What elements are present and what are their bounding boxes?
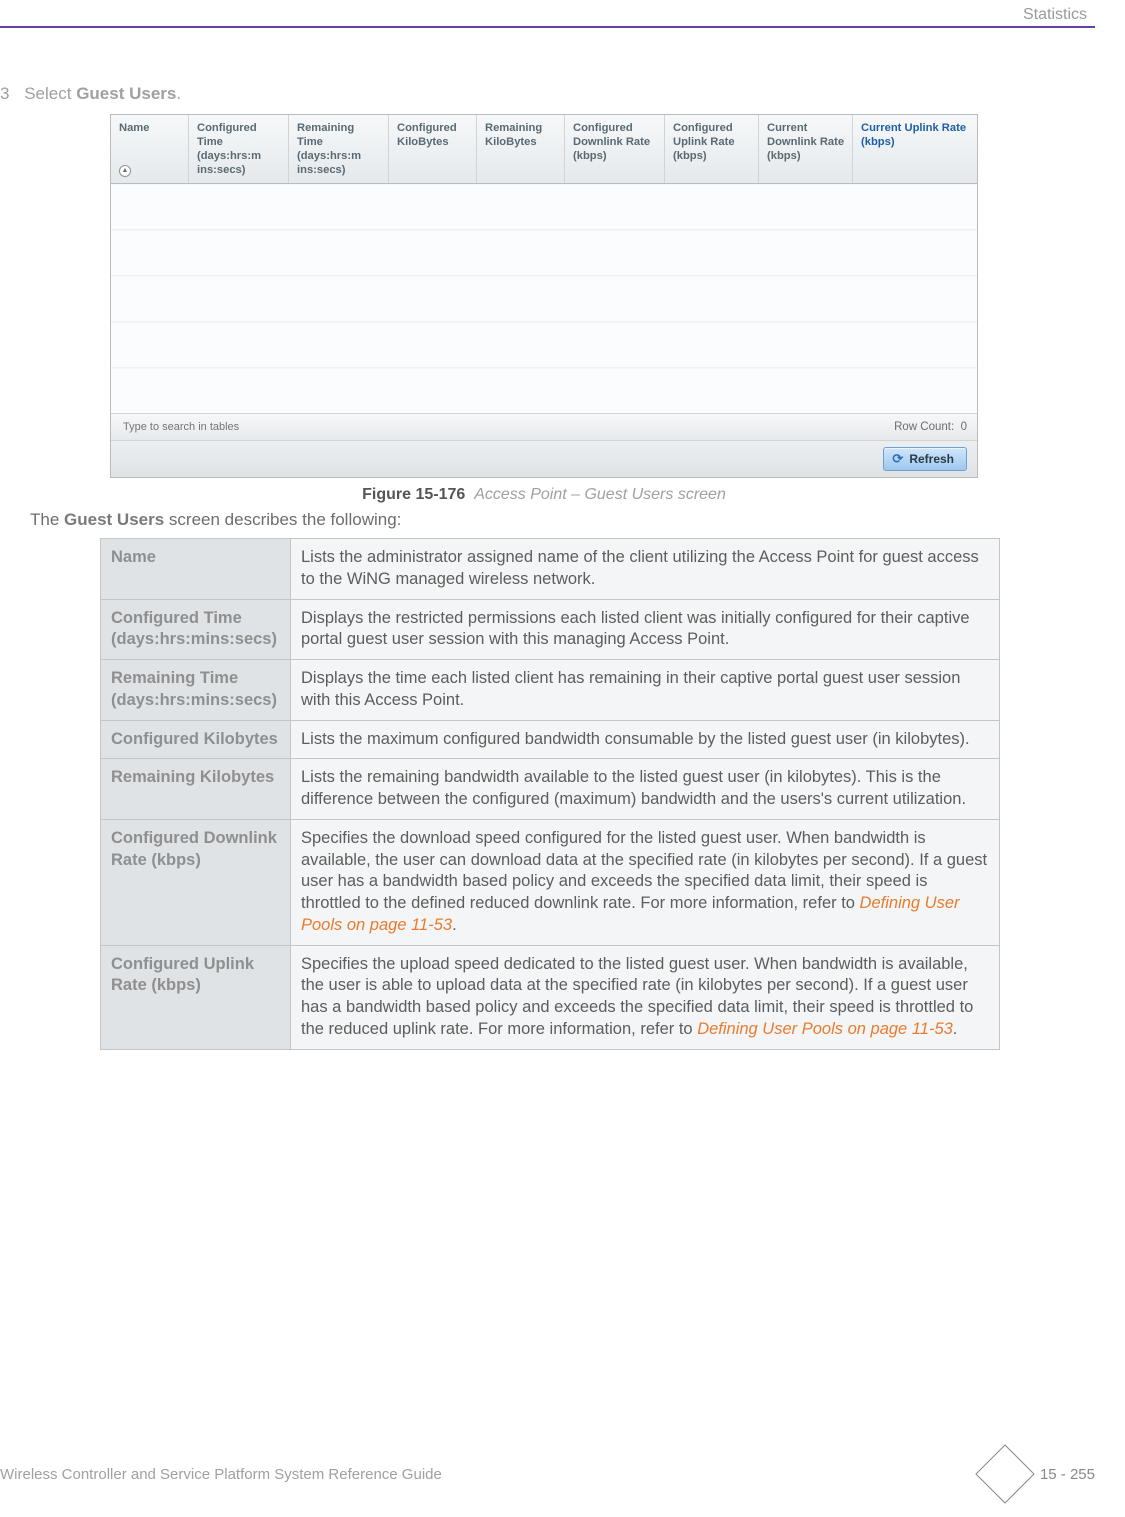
col-remaining-time[interactable]: Remaining Time (days:hrs:m ins:secs) [289,115,389,183]
def-desc: Lists the administrator assigned name of… [291,539,1000,600]
table-row: Remaining Time (days:hrs:mins:secs) Disp… [101,660,1000,721]
table-row: Configured Time (days:hrs:mins:secs) Dis… [101,599,1000,660]
refresh-icon: ⟳ [892,451,903,467]
step-bold: Guest Users [76,84,176,103]
figure-desc: Access Point – Guest Users screen [474,486,726,503]
def-desc: Lists the maximum configured bandwidth c… [291,720,1000,759]
def-desc: Specifies the download speed configured … [291,819,1000,945]
guest-users-screenshot: Name ▲ Configured Time (days:hrs:m ins:s… [110,114,978,478]
search-input[interactable] [121,418,401,436]
col-label: Remaining Time (days:hrs:m ins:secs) [297,121,382,177]
col-label: Configured Time (days:hrs:m ins:secs) [197,121,282,177]
step-prefix: Select [24,84,76,103]
def-term: Remaining Time (days:hrs:mins:secs) [101,660,291,721]
def-desc: Lists the remaining bandwidth available … [291,759,1000,820]
header-divider [0,26,1095,28]
def-term: Configured Downlink Rate (kbps) [101,819,291,945]
col-current-uplink[interactable]: Current Uplink Rate (kbps) [853,115,977,183]
col-name[interactable]: Name ▲ [111,115,189,183]
step-suffix: . [176,84,181,103]
col-current-downlink[interactable]: Current Downlink Rate (kbps) [759,115,853,183]
col-label: Name [119,121,182,135]
col-label: Remaining KiloBytes [485,121,558,149]
footer-ornament [975,1444,1034,1503]
col-label: Configured KiloBytes [397,121,470,149]
page-content: 3 Select Guest Users. Name ▲ Configured … [0,84,1095,1050]
col-label: Current Uplink Rate (kbps) [861,121,971,149]
intro-text: The Guest Users screen describes the fol… [30,510,1095,530]
def-term: Configured Kilobytes [101,720,291,759]
intro-bold: Guest Users [64,510,164,529]
row-count-label: Row Count: [894,421,954,433]
def-term: Configured Time (days:hrs:mins:secs) [101,599,291,660]
table-row: Configured Kilobytes Lists the maximum c… [101,720,1000,759]
definition-table: Name Lists the administrator assigned na… [100,538,1000,1050]
figure-label: Figure 15-176 [362,486,465,503]
table-row: Name Lists the administrator assigned na… [101,539,1000,600]
intro-post: screen describes the following: [164,510,401,529]
def-desc-post: . [452,916,457,934]
def-term: Configured Uplink Rate (kbps) [101,945,291,1049]
col-configured-kb[interactable]: Configured KiloBytes [389,115,477,183]
intro-pre: The [30,510,64,529]
table-body-empty [111,184,977,414]
table-header-row: Name ▲ Configured Time (days:hrs:m ins:s… [111,115,977,184]
figure-caption: Figure 15-176 Access Point – Guest Users… [110,486,978,504]
section-title: Statistics [1023,6,1087,24]
col-remaining-kb[interactable]: Remaining KiloBytes [477,115,565,183]
footer-title: Wireless Controller and Service Platform… [0,1466,442,1483]
col-label: Current Downlink Rate (kbps) [767,121,846,163]
table-row: Configured Uplink Rate (kbps) Specifies … [101,945,1000,1049]
button-bar: ⟳ Refresh [111,441,977,477]
col-label: Configured Uplink Rate (kbps) [673,121,752,163]
page-footer: Wireless Controller and Service Platform… [0,1453,1095,1495]
def-desc: Specifies the upload speed dedicated to … [291,945,1000,1049]
table-row: Configured Downlink Rate (kbps) Specifie… [101,819,1000,945]
page-number: 15 - 255 [1040,1466,1095,1483]
instruction-step: 3 Select Guest Users. [0,84,1095,104]
def-desc: Displays the time each listed client has… [291,660,1000,721]
def-term: Name [101,539,291,600]
col-configured-time[interactable]: Configured Time (days:hrs:m ins:secs) [189,115,289,183]
row-count-value: 0 [961,421,967,433]
def-desc-post: . [953,1020,958,1038]
refresh-button[interactable]: ⟳ Refresh [883,447,967,471]
def-term: Remaining Kilobytes [101,759,291,820]
refresh-label: Refresh [909,452,954,466]
sort-icon[interactable]: ▲ [119,165,131,177]
col-configured-downlink[interactable]: Configured Downlink Rate (kbps) [565,115,665,183]
col-configured-uplink[interactable]: Configured Uplink Rate (kbps) [665,115,759,183]
footer-page-wrap: 15 - 255 [964,1453,1095,1495]
step-number: 3 [0,84,9,103]
row-count: Row Count: 0 [894,421,967,433]
def-desc: Displays the restricted permissions each… [291,599,1000,660]
table-row: Remaining Kilobytes Lists the remaining … [101,759,1000,820]
col-label: Configured Downlink Rate (kbps) [573,121,658,163]
table-footer: Row Count: 0 [111,414,977,441]
cross-reference-link[interactable]: Defining User Pools on page 11-53 [697,1020,953,1038]
